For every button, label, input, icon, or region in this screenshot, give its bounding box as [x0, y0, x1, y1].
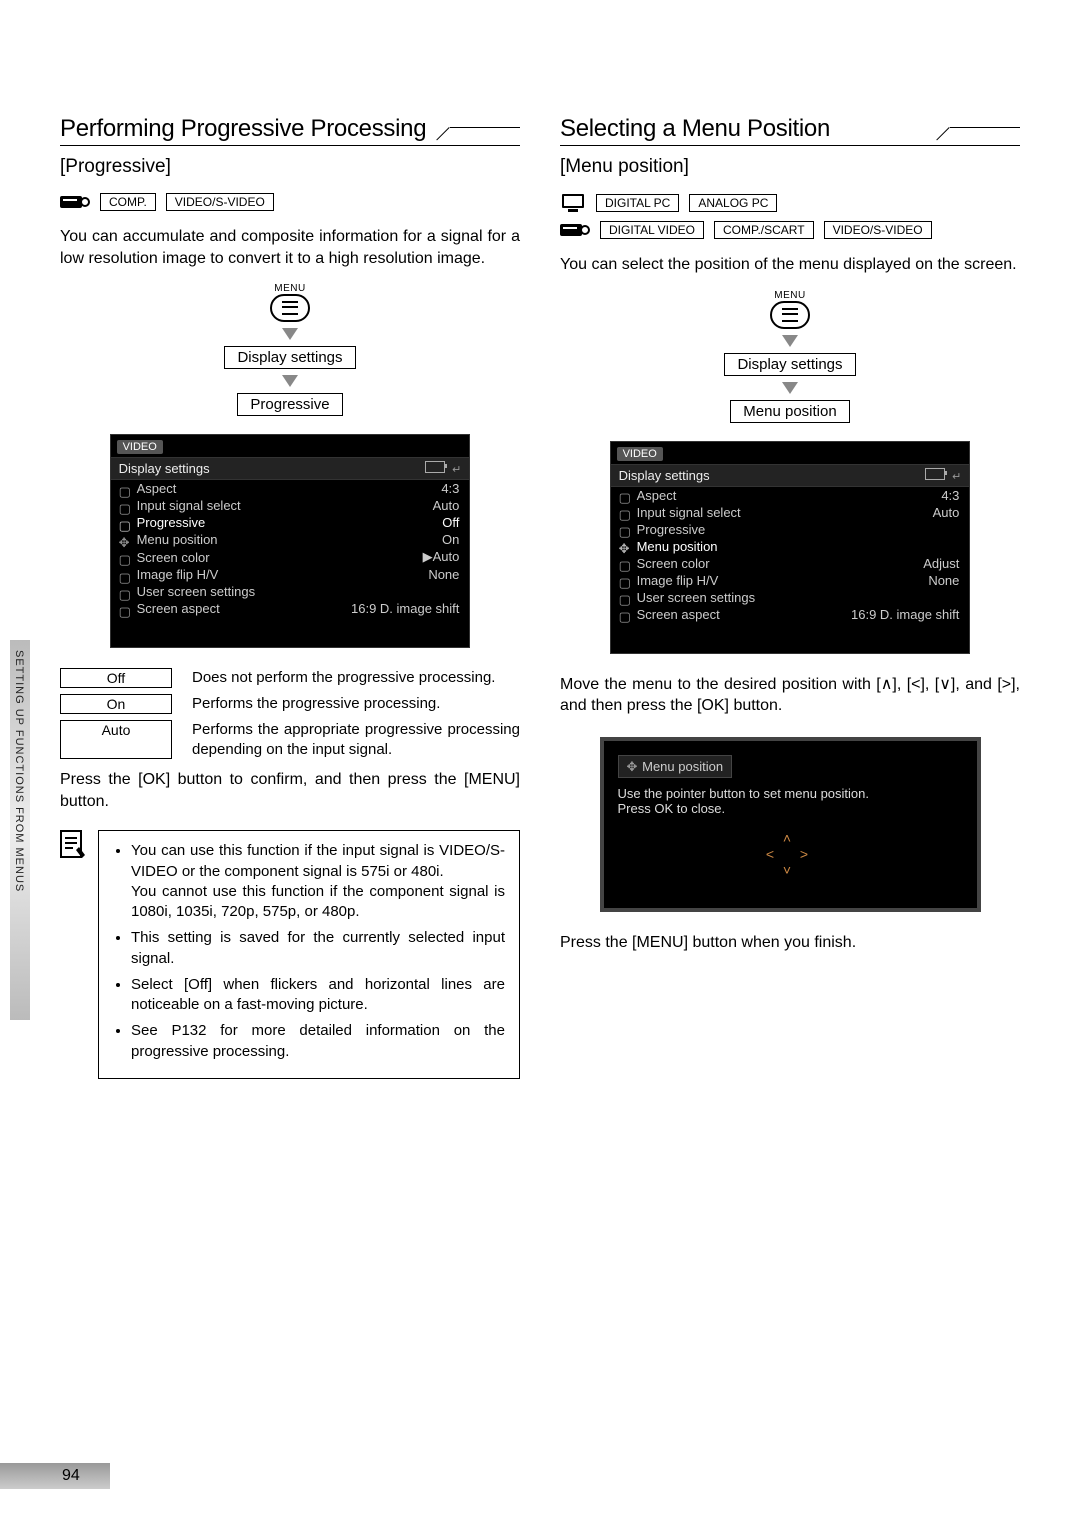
- note-item: This setting is saved for the currently …: [131, 928, 505, 969]
- osd-row-label: Screen aspect: [137, 601, 220, 616]
- osd-row-label: Aspect: [137, 481, 177, 496]
- badge-comp-scart: COMP./SCART: [714, 221, 814, 239]
- osd-row-label: Input signal select: [137, 498, 241, 513]
- right-menu-path: MENU Display settings Menu position: [560, 290, 1020, 423]
- menu-button-icon: [770, 301, 810, 329]
- badge-video-svideo: VIDEO/S-VIDEO: [824, 221, 932, 239]
- left-menu-path: MENU Display settings Progressive: [60, 283, 520, 416]
- left-subtitle: [Progressive]: [60, 156, 520, 178]
- osd-row-label: Menu position: [137, 532, 218, 547]
- note-icon: [60, 830, 86, 860]
- popup-title: Menu position: [642, 759, 723, 774]
- osd-row-value: 16:9 D. image shift: [351, 601, 459, 616]
- osd-row-label: Screen color: [637, 556, 710, 571]
- osd-tab: VIDEO: [117, 440, 163, 454]
- arrow-down-icon: [282, 328, 298, 340]
- left-press-ok: Press the [OK] button to confirm, and th…: [60, 769, 520, 812]
- osd-row-label: Screen color: [137, 550, 210, 565]
- pc-icon: [560, 192, 586, 214]
- left-title: Performing Progressive Processing: [60, 115, 440, 143]
- options-list: Off Does not perform the progressive pro…: [60, 668, 520, 759]
- bottom-tab: [0, 1463, 110, 1489]
- battery-icon: [925, 468, 945, 480]
- right-title: Selecting a Menu Position: [560, 115, 940, 143]
- osd-row-label: Progressive: [137, 515, 206, 530]
- osd-row-label: Input signal select: [637, 505, 741, 520]
- osd-row-value: None: [928, 573, 959, 588]
- page-number: 94: [62, 1467, 80, 1485]
- right-column: Selecting a Menu Position [Menu position…: [560, 115, 1020, 1079]
- left-intro: You can accumulate and composite informa…: [60, 226, 520, 269]
- right-osd: VIDEO Display settings ↵ ▢Aspect4:3 ▢Inp…: [610, 441, 971, 654]
- osd-tab: VIDEO: [617, 447, 663, 461]
- osd-row-label: Progressive: [637, 522, 706, 537]
- side-tab: SETTING UP FUNCTIONS FROM MENUS: [10, 640, 30, 1020]
- popup-line2: Press OK to close.: [618, 801, 963, 816]
- osd-row-label: Screen aspect: [637, 607, 720, 622]
- option-auto: Auto: [60, 720, 172, 759]
- osd-row-label: Image flip H/V: [137, 567, 219, 582]
- menu-label: MENU: [274, 283, 305, 294]
- projector-icon: [560, 220, 590, 240]
- note-item: See P132 for more detailed information o…: [131, 1021, 505, 1062]
- osd-row-value: Auto: [433, 498, 460, 513]
- osd-row-value: Off: [442, 515, 459, 530]
- left-badges: COMP. VIDEO/S-VIDEO: [60, 192, 520, 212]
- popup-arrows: ˄˂ ˃˅: [618, 830, 963, 878]
- enter-icon: ↵: [452, 464, 461, 476]
- osd-row-value: 4:3: [441, 481, 459, 496]
- osd-row-value: On: [442, 532, 459, 547]
- note-item: You can use this function if the input s…: [131, 841, 505, 922]
- right-intro: You can select the position of the menu …: [560, 254, 1020, 276]
- option-off-desc: Does not perform the progressive process…: [192, 668, 495, 688]
- battery-icon: [425, 461, 445, 473]
- enter-icon: ↵: [952, 471, 961, 483]
- right-badges-top: DIGITAL PC ANALOG PC: [560, 192, 1020, 214]
- osd-header: Display settings: [619, 468, 710, 483]
- path-display-settings: Display settings: [224, 346, 355, 369]
- osd-row-value: Adjust: [923, 556, 959, 571]
- menu-button-icon: [270, 294, 310, 322]
- right-move-text: Move the menu to the desired position wi…: [560, 674, 1020, 717]
- path-display-settings: Display settings: [724, 353, 855, 376]
- side-tab-label: SETTING UP FUNCTIONS FROM MENUS: [13, 650, 25, 892]
- badge-comp: COMP.: [100, 193, 156, 211]
- osd-row-value: 16:9 D. image shift: [851, 607, 959, 622]
- right-subtitle: [Menu position]: [560, 156, 1020, 178]
- option-off: Off: [60, 668, 172, 688]
- osd-row-label: User screen settings: [637, 590, 756, 605]
- menu-label: MENU: [774, 290, 805, 301]
- projector-icon: [60, 192, 90, 212]
- osd-row-value: Auto: [933, 505, 960, 520]
- popup-line1: Use the pointer button to set menu posit…: [618, 786, 963, 801]
- option-on-desc: Performs the progressive processing.: [192, 694, 440, 714]
- osd-row-label: Menu position: [637, 539, 718, 554]
- badge-digital-video: DIGITAL VIDEO: [600, 221, 704, 239]
- note-box: You can use this function if the input s…: [98, 830, 520, 1079]
- osd-row-value: 4:3: [941, 488, 959, 503]
- note-item: Select [Off] when flickers and horizonta…: [131, 975, 505, 1016]
- osd-row-label: Image flip H/V: [637, 573, 719, 588]
- badge-digital-pc: DIGITAL PC: [596, 194, 679, 212]
- menu-position-popup: ✥ Menu position Use the pointer button t…: [600, 737, 981, 912]
- option-on: On: [60, 694, 172, 714]
- arrow-down-icon: [282, 375, 298, 387]
- left-column: Performing Progressive Processing [Progr…: [60, 115, 520, 1079]
- left-osd: VIDEO Display settings ↵ ▢Aspect4:3 ▢Inp…: [110, 434, 471, 648]
- osd-row-label: User screen settings: [137, 584, 256, 599]
- path-menu-position: Menu position: [730, 400, 849, 423]
- right-badges-bottom: DIGITAL VIDEO COMP./SCART VIDEO/S-VIDEO: [560, 220, 1020, 240]
- osd-row-value: None: [428, 567, 459, 582]
- arrow-down-icon: [782, 335, 798, 347]
- option-auto-desc: Performs the appropriate progressive pro…: [192, 720, 520, 759]
- right-press-menu: Press the [MENU] button when you finish.: [560, 932, 1020, 954]
- badge-analog-pc: ANALOG PC: [689, 194, 777, 212]
- osd-row-label: Aspect: [637, 488, 677, 503]
- osd-row-value: ▶Auto: [423, 549, 460, 565]
- path-progressive: Progressive: [237, 393, 342, 416]
- osd-header: Display settings: [119, 461, 210, 476]
- badge-video-svideo: VIDEO/S-VIDEO: [166, 193, 274, 211]
- arrow-down-icon: [782, 382, 798, 394]
